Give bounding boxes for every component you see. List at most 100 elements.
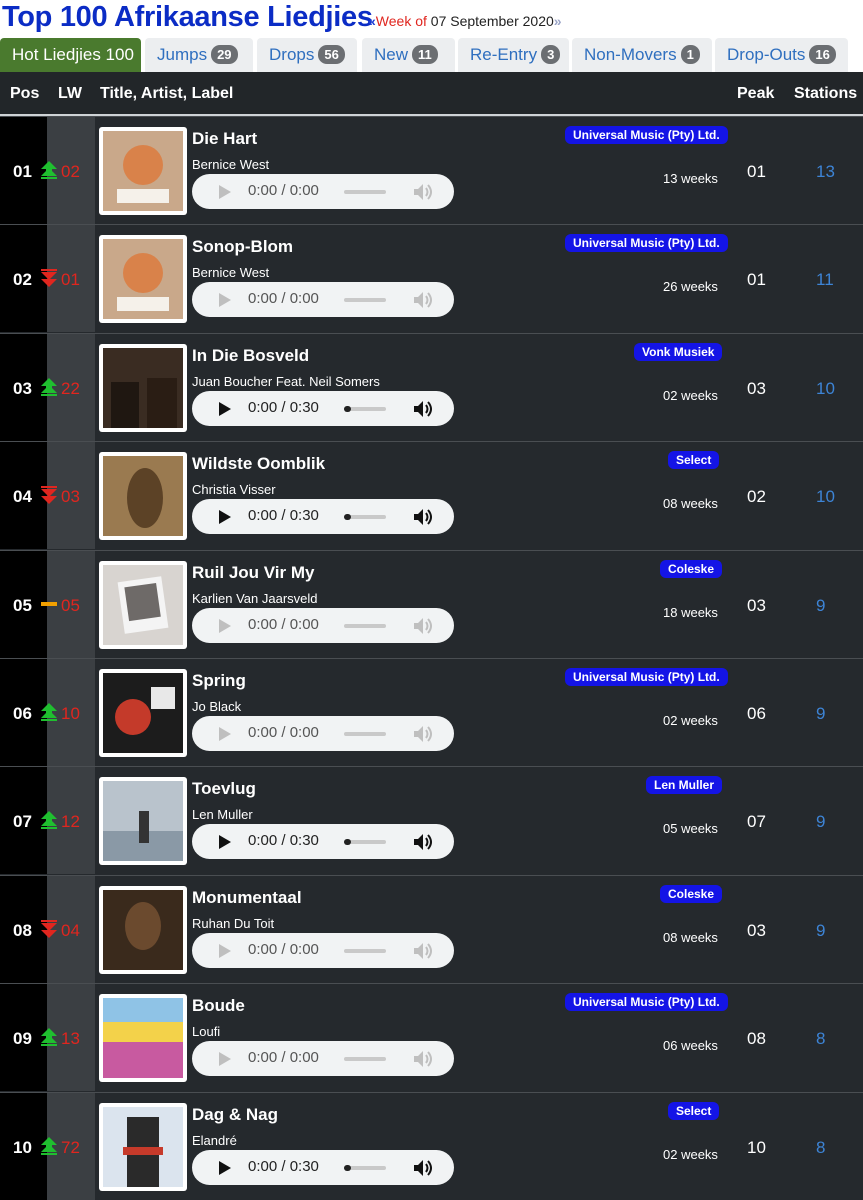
tab-non-movers[interactable]: Non-Movers 1: [572, 38, 712, 72]
artist-name[interactable]: Loufi: [192, 1024, 220, 1039]
tab-re-entry[interactable]: Re-Entry 3: [458, 38, 569, 72]
song-title[interactable]: Die Hart: [192, 129, 257, 149]
seek-slider[interactable]: [344, 514, 386, 521]
play-icon[interactable]: [219, 727, 231, 741]
volume-icon[interactable]: [414, 1159, 434, 1177]
volume-icon[interactable]: [414, 942, 434, 960]
audio-player[interactable]: 0:00 / 0:00: [192, 1041, 454, 1077]
seek-slider[interactable]: [344, 298, 386, 303]
position: 08: [13, 920, 32, 940]
tab-hot-liedjies-100[interactable]: Hot Liedjies 100: [0, 38, 141, 72]
volume-icon[interactable]: [414, 725, 434, 743]
play-icon[interactable]: [219, 401, 231, 416]
song-title[interactable]: Spring: [192, 671, 246, 691]
volume-icon[interactable]: [414, 291, 434, 309]
volume-icon[interactable]: [414, 833, 434, 851]
artist-name[interactable]: Bernice West: [192, 265, 269, 280]
stations-link[interactable]: 10: [816, 487, 835, 507]
album-cover[interactable]: [99, 127, 187, 215]
artist-name[interactable]: Bernice West: [192, 157, 269, 172]
play-icon[interactable]: [219, 943, 231, 958]
stations-link[interactable]: 13: [816, 162, 835, 182]
audio-player[interactable]: 0:00 / 0:00: [192, 174, 454, 209]
audio-player[interactable]: 0:00 / 0:30: [192, 1149, 454, 1185]
album-cover[interactable]: [99, 343, 187, 432]
play-icon[interactable]: [219, 185, 231, 199]
album-cover[interactable]: [99, 560, 187, 649]
label-badge: Coleske: [660, 559, 723, 578]
next-week-link[interactable]: »: [554, 13, 562, 29]
artist-name[interactable]: Karlien Van Jaarsveld: [192, 591, 318, 606]
play-icon[interactable]: [219, 1160, 231, 1175]
audio-player[interactable]: 0:00 / 0:00: [192, 932, 454, 968]
song-title[interactable]: Boude: [192, 996, 245, 1016]
album-cover[interactable]: [99, 994, 187, 1083]
volume-icon[interactable]: [414, 183, 434, 201]
seek-slider[interactable]: [344, 623, 386, 628]
album-cover[interactable]: [99, 777, 187, 866]
song-title[interactable]: Sonop-Blom: [192, 237, 293, 257]
play-icon[interactable]: [219, 618, 231, 633]
song-title[interactable]: Dag & Nag: [192, 1105, 278, 1125]
album-cover[interactable]: [99, 235, 187, 324]
volume-icon[interactable]: [414, 508, 434, 526]
play-icon[interactable]: [219, 293, 231, 308]
album-cover[interactable]: [99, 669, 187, 757]
album-cover[interactable]: [99, 452, 187, 541]
seek-slider[interactable]: [344, 190, 386, 194]
seek-slider[interactable]: [344, 405, 386, 412]
stations-link[interactable]: 9: [816, 596, 825, 616]
song-title[interactable]: Monumentaal: [192, 888, 302, 908]
stations-link[interactable]: 8: [816, 1138, 825, 1158]
play-icon[interactable]: [219, 1052, 231, 1067]
seek-slider[interactable]: [344, 839, 386, 846]
song-title[interactable]: Ruil Jou Vir My: [192, 563, 315, 583]
album-cover[interactable]: [99, 885, 187, 974]
stations-link[interactable]: 9: [816, 921, 825, 941]
tab-drops[interactable]: Drops 56: [257, 38, 357, 72]
tab-new[interactable]: New 11: [362, 38, 455, 72]
seek-slider[interactable]: [344, 1057, 386, 1062]
table-row: 09 13 Boude Loufi Universal Music (Pty) Ltd.…: [0, 983, 863, 1092]
seek-slider[interactable]: [344, 948, 386, 953]
stations-link[interactable]: 8: [816, 1029, 825, 1049]
stations-link[interactable]: 11: [816, 270, 834, 290]
artist-name[interactable]: Juan Boucher Feat. Neil Somers: [192, 374, 380, 389]
album-cover[interactable]: [99, 1102, 187, 1191]
artist-name[interactable]: Len Muller: [192, 807, 253, 822]
table-row: 01 02 Die Hart Bernice West Universal Music …: [0, 116, 863, 224]
stations-link[interactable]: 9: [816, 812, 825, 832]
volume-icon[interactable]: [414, 400, 434, 418]
seek-slider[interactable]: [344, 1164, 386, 1171]
stations-link[interactable]: 9: [816, 704, 825, 724]
previous-week-link[interactable]: «: [368, 13, 376, 29]
table-row: 10 72 Dag & Nag Elandré Select 0:00 / 0:30 02 …: [0, 1091, 863, 1200]
audio-player[interactable]: 0:00 / 0:30: [192, 390, 454, 426]
artist-name[interactable]: Christia Visser: [192, 482, 276, 497]
artist-name[interactable]: Ruhan Du Toit: [192, 916, 274, 931]
tab-jumps[interactable]: Jumps 29: [145, 38, 253, 72]
position: 10: [13, 1137, 32, 1157]
column-header-lw: LW: [58, 85, 82, 102]
audio-player[interactable]: 0:00 / 0:00: [192, 607, 454, 643]
volume-icon[interactable]: [414, 1050, 434, 1068]
tab-label: New: [374, 45, 409, 64]
artist-name[interactable]: Elandré: [192, 1133, 237, 1148]
audio-player[interactable]: 0:00 / 0:30: [192, 499, 454, 535]
seek-slider[interactable]: [344, 732, 386, 736]
song-title[interactable]: In Die Bosveld: [192, 346, 309, 366]
audio-player[interactable]: 0:00 / 0:00: [192, 716, 454, 751]
tab-drop-outs[interactable]: Drop-Outs 16: [715, 38, 848, 72]
song-title[interactable]: Toevlug: [192, 779, 256, 799]
audio-player[interactable]: 0:00 / 0:30: [192, 824, 454, 860]
position: 03: [13, 378, 32, 398]
tab-label: Non-Movers: [584, 45, 677, 64]
play-icon[interactable]: [219, 510, 231, 525]
song-title[interactable]: Wildste Oomblik: [192, 454, 325, 474]
play-icon[interactable]: [219, 835, 231, 850]
artist-name[interactable]: Jo Black: [192, 699, 241, 714]
audio-player[interactable]: 0:00 / 0:00: [192, 282, 454, 318]
weeks-on-chart: 18 weeks: [663, 604, 718, 620]
stations-link[interactable]: 10: [816, 379, 835, 399]
volume-icon[interactable]: [414, 617, 434, 635]
